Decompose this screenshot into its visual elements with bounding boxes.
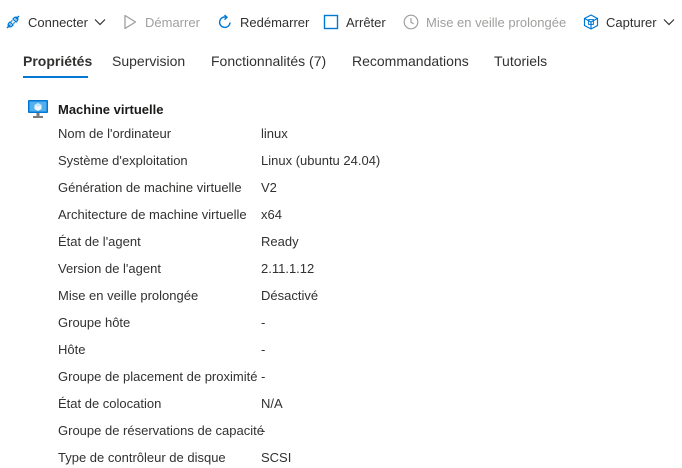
section-title: Machine virtuelle [58, 101, 164, 117]
property-row: Groupe de placement de proximité - [0, 367, 682, 387]
property-row: Système d'exploitation Linux (ubuntu 24.… [0, 151, 682, 171]
property-row: Hôte - [0, 340, 682, 360]
property-value: - [261, 315, 266, 330]
property-label: Génération de machine virtuelle [58, 180, 242, 195]
active-tab-indicator [23, 76, 88, 78]
play-icon [121, 13, 139, 31]
clock-icon [402, 13, 420, 31]
property-label: Type de contrôleur de disque [58, 450, 226, 465]
tab-features[interactable]: Fonctionnalités (7) [211, 44, 326, 78]
chevron-down-icon [663, 18, 675, 26]
property-row: Mise en veille prolongée Désactivé [0, 286, 682, 306]
restart-icon [216, 13, 234, 31]
property-value: N/A [261, 396, 283, 411]
property-row: Type de contrôleur de disque SCSI [0, 448, 682, 468]
stop-button[interactable]: Arrêter [322, 0, 386, 44]
property-row: Groupe hôte - [0, 313, 682, 333]
section-header: Machine virtuelle [27, 98, 163, 120]
start-button[interactable]: Démarrer [121, 0, 200, 44]
property-label: Version de l'agent [58, 261, 161, 276]
property-value: linux [261, 126, 288, 141]
restart-label: Redémarrer [240, 14, 310, 30]
virtual-machine-icon [27, 98, 49, 120]
command-bar: Connecter Démarrer Redémarrer Arrêter Mi… [0, 0, 682, 44]
property-label: Nom de l'ordinateur [58, 126, 172, 141]
property-row: Version de l'agent 2.11.1.12 [0, 259, 682, 279]
tab-properties[interactable]: Propriétés [23, 44, 92, 78]
property-label: Groupe hôte [58, 315, 131, 330]
tab-recommendations[interactable]: Recommandations [352, 44, 469, 78]
start-label: Démarrer [145, 14, 200, 30]
stop-label: Arrêter [346, 14, 386, 30]
property-row: Nom de l'ordinateur linux [0, 124, 682, 144]
tab-monitoring[interactable]: Supervision [112, 44, 185, 78]
property-row: État de colocation N/A [0, 394, 682, 414]
property-value: SCSI [261, 450, 292, 465]
property-label: Système d'exploitation [58, 153, 188, 168]
chevron-down-icon [94, 18, 106, 26]
hibernate-button[interactable]: Mise en veille prolongée [402, 0, 566, 44]
connect-button[interactable]: Connecter [4, 0, 106, 44]
property-row: Groupe de réservations de capacité - [0, 421, 682, 441]
restart-button[interactable]: Redémarrer [216, 0, 309, 44]
property-label: Hôte [58, 342, 86, 357]
property-value: Ready [261, 234, 299, 249]
property-value: Désactivé [261, 288, 319, 303]
property-value: - [261, 369, 266, 384]
plug-icon [4, 13, 22, 31]
property-label: État de colocation [58, 396, 162, 411]
property-value: - [261, 423, 266, 438]
property-row: Architecture de machine virtuelle x64 [0, 205, 682, 225]
property-label: Mise en veille prolongée [58, 288, 199, 303]
property-value: x64 [261, 207, 282, 222]
property-row: Génération de machine virtuelle V2 [0, 178, 682, 198]
property-value: V2 [261, 180, 277, 195]
connect-label: Connecter [28, 14, 88, 30]
stop-icon [322, 13, 340, 31]
property-label: Groupe de placement de proximité [58, 369, 258, 384]
property-value: 2.11.1.12 [261, 261, 315, 276]
property-label: Groupe de réservations de capacité [58, 423, 264, 438]
tab-bar: Propriétés Supervision Fonctionnalités (… [0, 44, 682, 80]
capture-label: Capturer [606, 14, 657, 30]
property-label: Architecture de machine virtuelle [58, 207, 247, 222]
tab-tutorials[interactable]: Tutoriels [494, 44, 547, 78]
capture-button[interactable]: Capturer [582, 0, 675, 44]
capture-icon [582, 13, 600, 31]
hibernate-label: Mise en veille prolongée [426, 14, 567, 30]
property-value: - [261, 342, 266, 357]
property-value: Linux (ubuntu 24.04) [261, 153, 381, 168]
property-row: État de l'agent Ready [0, 232, 682, 252]
property-label: État de l'agent [58, 234, 141, 249]
